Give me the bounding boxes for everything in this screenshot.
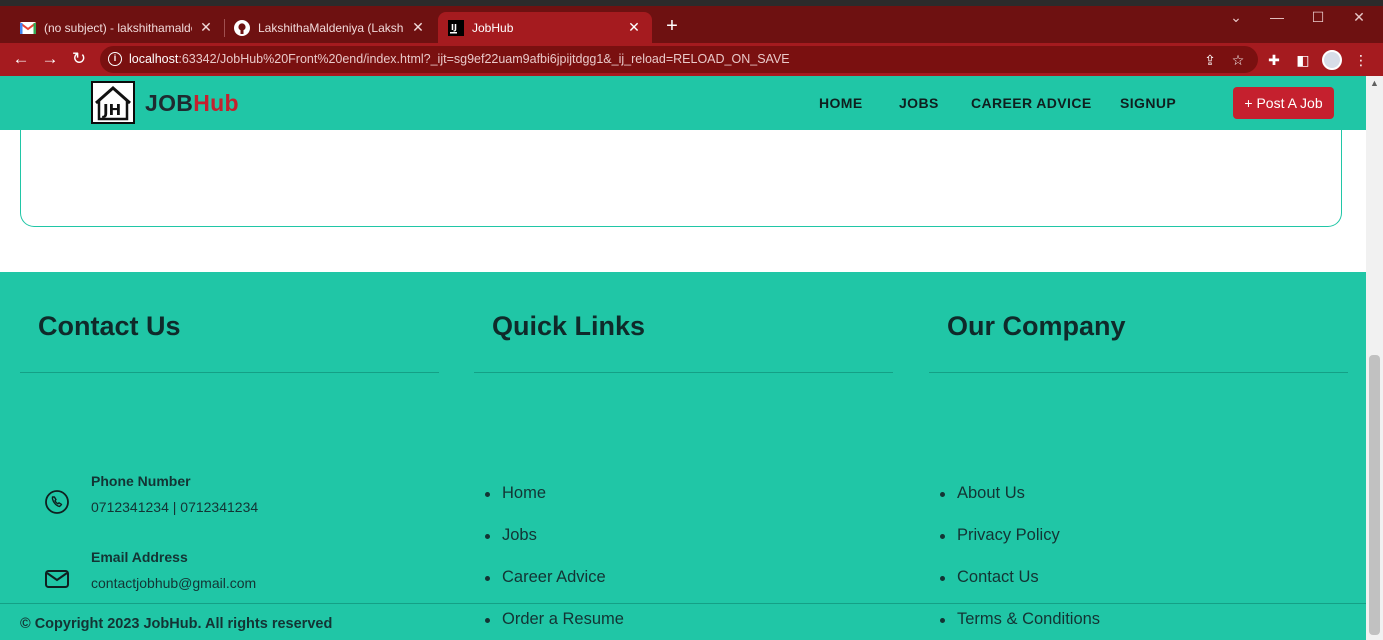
back-icon[interactable]: ← bbox=[11, 49, 31, 69]
phone-icon bbox=[44, 489, 70, 515]
site-info-icon[interactable]: i bbox=[108, 52, 122, 66]
url-path: :63342/JobHub%20Front%20end/index.html?_… bbox=[178, 52, 790, 66]
quick-links-heading: Quick Links bbox=[492, 311, 646, 341]
company-links-list: About Us Privacy Policy Contact Us Terms… bbox=[929, 484, 1100, 640]
phone-value[interactable]: 0712341234 | 0712341234 bbox=[91, 499, 258, 515]
tab-title: (no subject) - lakshithamaldeniya bbox=[44, 20, 192, 35]
browser-toolbar: ← → ↻ i localhost:63342/JobHub%20Front%2… bbox=[0, 43, 1383, 76]
quick-links-list: Home Jobs Career Advice Order a Resume bbox=[474, 484, 624, 640]
tab-title: JobHub bbox=[472, 20, 514, 35]
intellij-icon: IJ bbox=[448, 19, 464, 36]
phone-label: Phone Number bbox=[91, 473, 191, 489]
bookmark-star-icon[interactable]: ☆ bbox=[1230, 52, 1246, 68]
menu-icon[interactable]: ⋮ bbox=[1352, 51, 1370, 69]
nav-link-home[interactable]: HOME bbox=[819, 95, 863, 111]
new-tab-icon[interactable]: + bbox=[661, 16, 683, 38]
extensions-icon[interactable]: ✚ bbox=[1265, 51, 1283, 69]
our-company-heading: Our Company bbox=[947, 311, 1126, 341]
quick-link-order-resume[interactable]: Order a Resume bbox=[474, 610, 624, 640]
footer-bottom-divider bbox=[0, 603, 1366, 604]
profile-avatar[interactable] bbox=[1322, 50, 1342, 70]
browser-tab-bar: (no subject) - lakshithamaldeniya ✕ Laks… bbox=[0, 0, 1383, 43]
tab-title: LakshithaMaldeniya (Lakshitha M bbox=[258, 20, 404, 35]
site-footer: Contact Us Phone Number 0712341234 | 071… bbox=[0, 272, 1366, 640]
tab-jobhub[interactable]: IJ JobHub ✕ bbox=[438, 12, 652, 43]
mail-icon bbox=[44, 566, 70, 592]
post-a-job-button[interactable]: + Post A Job bbox=[1233, 87, 1334, 119]
jobhub-logo-mark[interactable]: JH bbox=[91, 81, 135, 124]
side-panel-icon[interactable]: ◧ bbox=[1294, 51, 1312, 69]
nav-link-career-advice[interactable]: CAREER ADVICE bbox=[971, 95, 1092, 111]
company-link-terms[interactable]: Terms & Conditions bbox=[929, 610, 1100, 640]
contact-divider bbox=[20, 372, 439, 373]
url-text[interactable]: localhost:63342/JobHub%20Front%20end/ind… bbox=[129, 52, 790, 66]
copyright-text: © Copyright 2023 JobHub. All rights rese… bbox=[20, 616, 333, 632]
site-navbar: JH JOBHub HOME JOBS CAREER ADVICE SIGNUP… bbox=[0, 76, 1366, 130]
nav-link-signup[interactable]: SIGNUP bbox=[1120, 95, 1176, 111]
scrollbar-thumb[interactable] bbox=[1369, 355, 1380, 635]
forward-icon[interactable]: → bbox=[40, 49, 60, 69]
close-tab-icon[interactable]: ✕ bbox=[410, 19, 426, 36]
quick-link-jobs[interactable]: Jobs bbox=[474, 526, 624, 568]
close-tab-icon[interactable]: ✕ bbox=[198, 19, 214, 36]
logo-accent: Hub bbox=[193, 90, 239, 116]
github-icon bbox=[234, 19, 250, 36]
quick-links-divider bbox=[474, 372, 893, 373]
tab-search-icon[interactable]: ⌄ bbox=[1226, 9, 1246, 26]
gmail-icon bbox=[20, 20, 36, 36]
logo-primary: JOB bbox=[145, 90, 194, 116]
close-tab-icon[interactable]: ✕ bbox=[626, 19, 642, 36]
url-host: localhost bbox=[129, 52, 179, 66]
email-label: Email Address bbox=[91, 549, 188, 565]
tab-gmail[interactable]: (no subject) - lakshithamaldeniya ✕ bbox=[10, 12, 224, 43]
page-viewport: JH JOBHub HOME JOBS CAREER ADVICE SIGNUP… bbox=[0, 76, 1366, 640]
site-logo-text[interactable]: JOBHub bbox=[145, 90, 239, 117]
quick-link-home[interactable]: Home bbox=[474, 484, 624, 526]
svg-text:IJ: IJ bbox=[451, 23, 457, 32]
window-close-icon[interactable]: ✕ bbox=[1349, 9, 1369, 26]
page-scrollbar[interactable]: ▲ bbox=[1366, 76, 1383, 640]
maximize-icon[interactable]: ☐ bbox=[1308, 9, 1328, 26]
logo-mark-text: JH bbox=[102, 101, 121, 119]
tab-bar-top-strip bbox=[0, 0, 1383, 6]
scroll-up-arrow-icon[interactable]: ▲ bbox=[1370, 78, 1379, 88]
share-icon[interactable]: ⇪ bbox=[1202, 52, 1218, 68]
email-value[interactable]: contactjobhub@gmail.com bbox=[91, 575, 256, 591]
company-link-about[interactable]: About Us bbox=[929, 484, 1100, 526]
company-divider bbox=[929, 372, 1348, 373]
contact-us-heading: Contact Us bbox=[38, 311, 181, 341]
nav-link-jobs[interactable]: JOBS bbox=[899, 95, 939, 111]
minimize-icon[interactable]: — bbox=[1267, 9, 1287, 25]
company-link-privacy[interactable]: Privacy Policy bbox=[929, 526, 1100, 568]
reload-icon[interactable]: ↻ bbox=[69, 49, 89, 69]
tab-github[interactable]: LakshithaMaldeniya (Lakshitha M ✕ bbox=[224, 12, 436, 43]
address-bar[interactable]: i localhost:63342/JobHub%20Front%20end/i… bbox=[100, 46, 1258, 73]
